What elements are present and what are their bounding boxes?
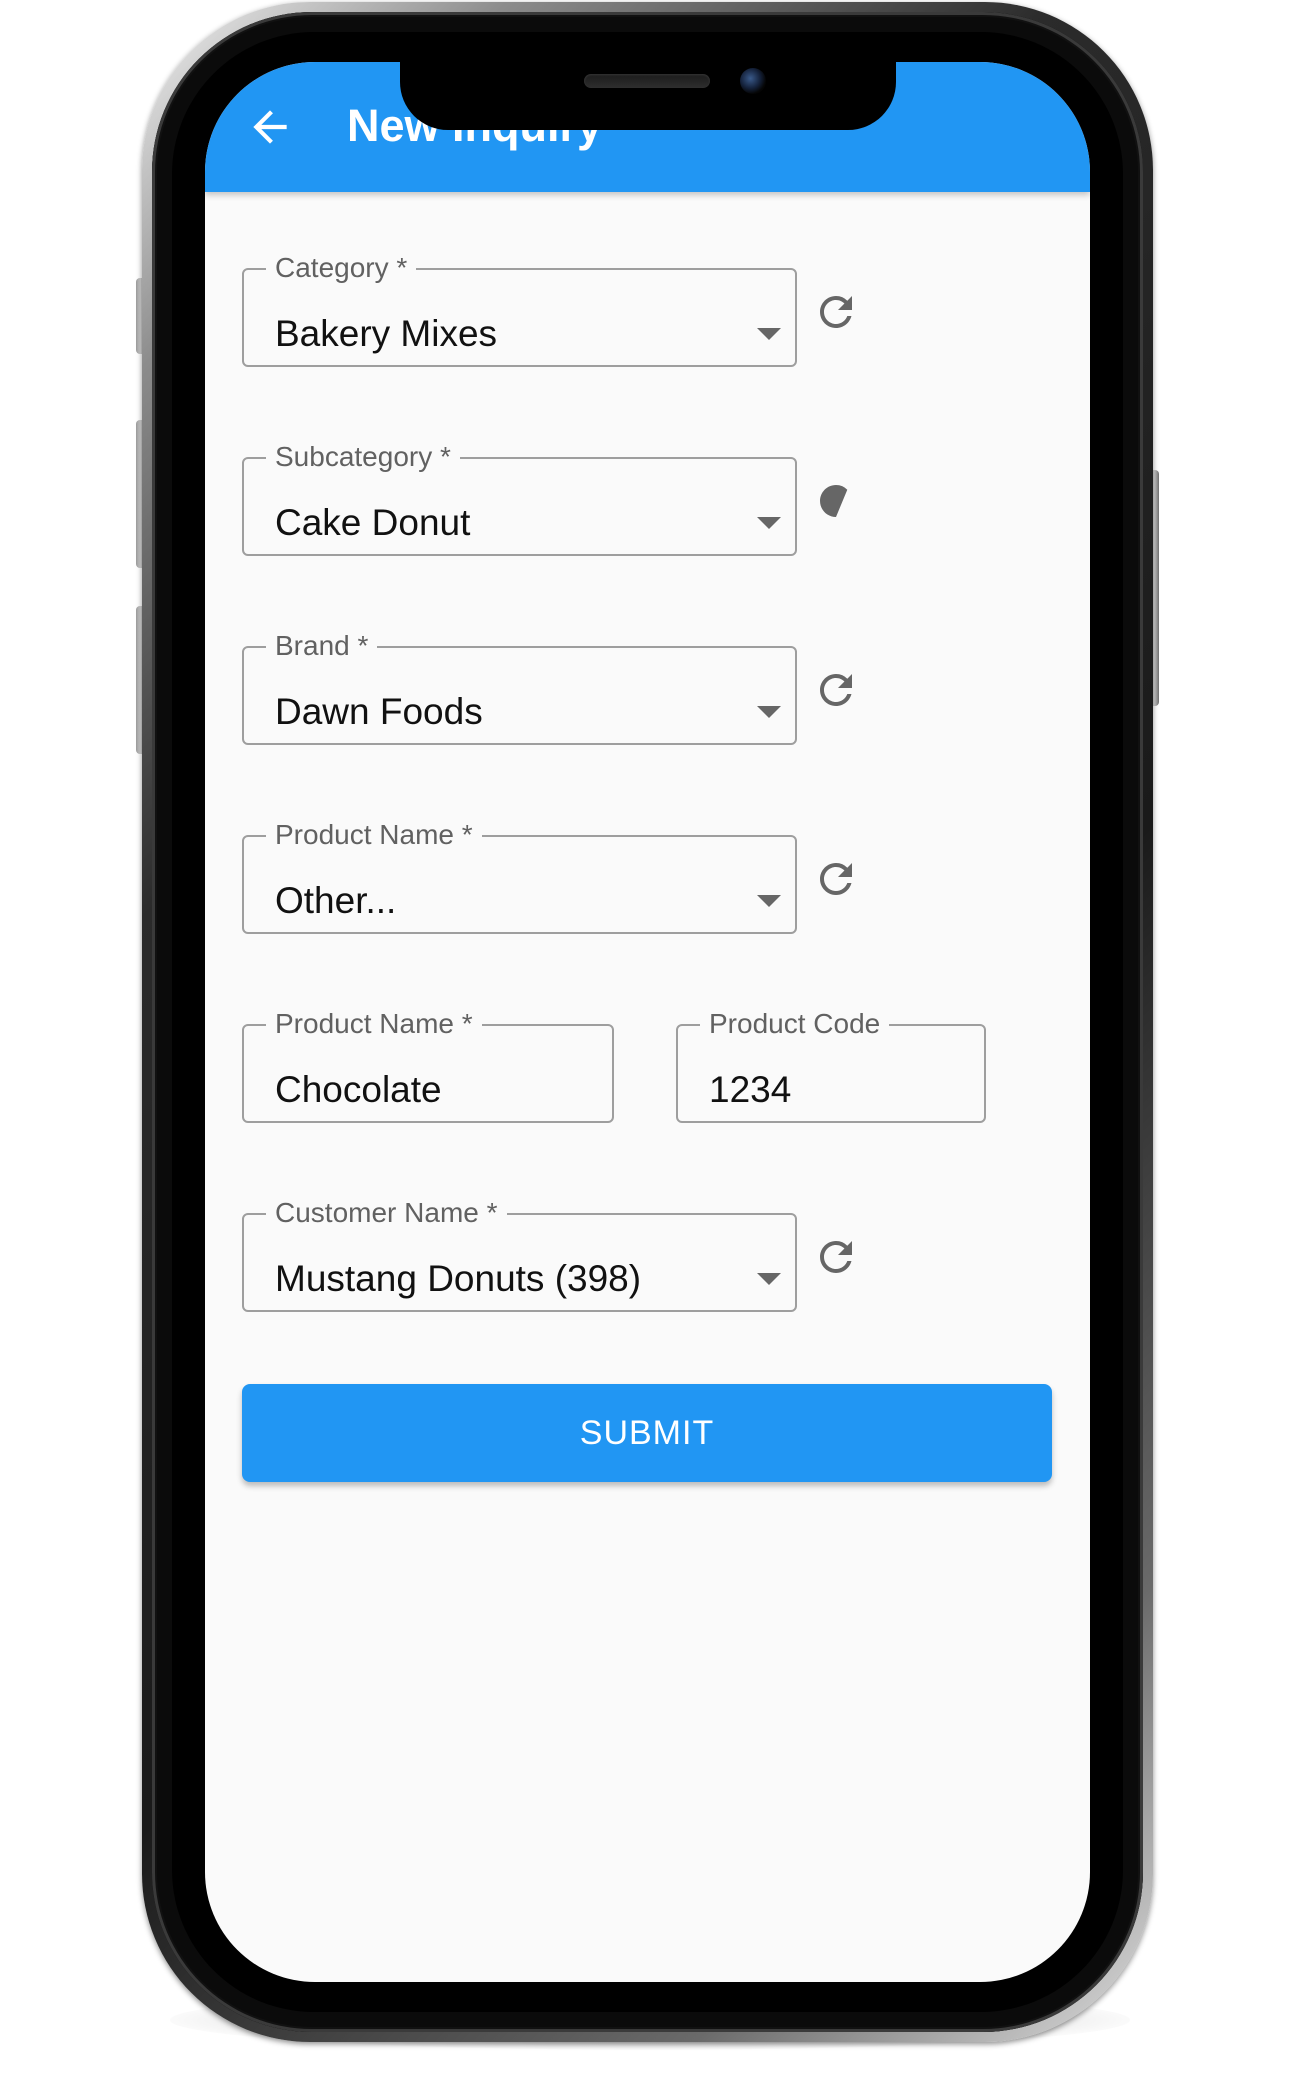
customer-name-label: Customer Name * — [266, 1197, 507, 1229]
brand-value: Dawn Foods — [275, 691, 483, 732]
category-dropdown[interactable]: Category * Bakery Mixes — [242, 252, 797, 367]
arrow-drop-down-icon — [757, 1273, 781, 1285]
brand-refresh-button[interactable] — [812, 666, 860, 714]
refresh-icon — [820, 674, 852, 706]
speaker-grille — [584, 74, 710, 88]
back-button[interactable] — [245, 102, 295, 152]
product-name-label: Product Name * — [266, 1008, 482, 1040]
product-name-select-label: Product Name * — [266, 819, 482, 851]
subcategory-label: Subcategory * — [266, 441, 460, 473]
refresh-icon — [820, 863, 852, 895]
arrow-drop-down-icon — [757, 328, 781, 340]
product-code-field[interactable]: Product Code 1234 — [676, 1008, 986, 1123]
customer-name-dropdown[interactable]: Customer Name * Mustang Donuts (398) — [242, 1197, 797, 1312]
product-name-value: Chocolate — [275, 1069, 442, 1110]
submit-button[interactable]: SUBMIT — [242, 1384, 1052, 1482]
subcategory-dropdown[interactable]: Subcategory * Cake Donut — [242, 441, 797, 556]
brand-dropdown[interactable]: Brand * Dawn Foods — [242, 630, 797, 745]
product-name-field[interactable]: Product Name * Chocolate — [242, 1008, 614, 1123]
product-code-value: 1234 — [709, 1069, 792, 1110]
subcategory-value: Cake Donut — [275, 502, 471, 543]
app-screen: New Inquiry Category * Bakery Mixes Subc… — [205, 62, 1090, 1982]
category-label: Category * — [266, 252, 417, 284]
arrow-left-icon — [253, 110, 287, 144]
arrow-drop-down-icon — [757, 895, 781, 907]
arrow-drop-down-icon — [757, 517, 781, 529]
product-name-dropdown[interactable]: Product Name * Other... — [242, 819, 797, 934]
customer-name-value: Mustang Donuts (398) — [275, 1258, 642, 1299]
brand-label: Brand * — [266, 630, 378, 662]
category-refresh-button[interactable] — [812, 288, 860, 336]
product-name-select-value: Other... — [275, 880, 397, 921]
category-value: Bakery Mixes — [275, 313, 498, 354]
subcategory-refresh-button[interactable] — [812, 477, 860, 525]
arrow-drop-down-icon — [757, 706, 781, 718]
product-code-label: Product Code — [700, 1008, 890, 1040]
front-camera — [740, 68, 766, 94]
refresh-icon — [820, 1241, 852, 1273]
customer-name-refresh-button[interactable] — [812, 1233, 860, 1281]
refresh-icon — [820, 485, 848, 517]
product-name-refresh-button[interactable] — [812, 855, 860, 903]
refresh-icon — [820, 296, 852, 328]
